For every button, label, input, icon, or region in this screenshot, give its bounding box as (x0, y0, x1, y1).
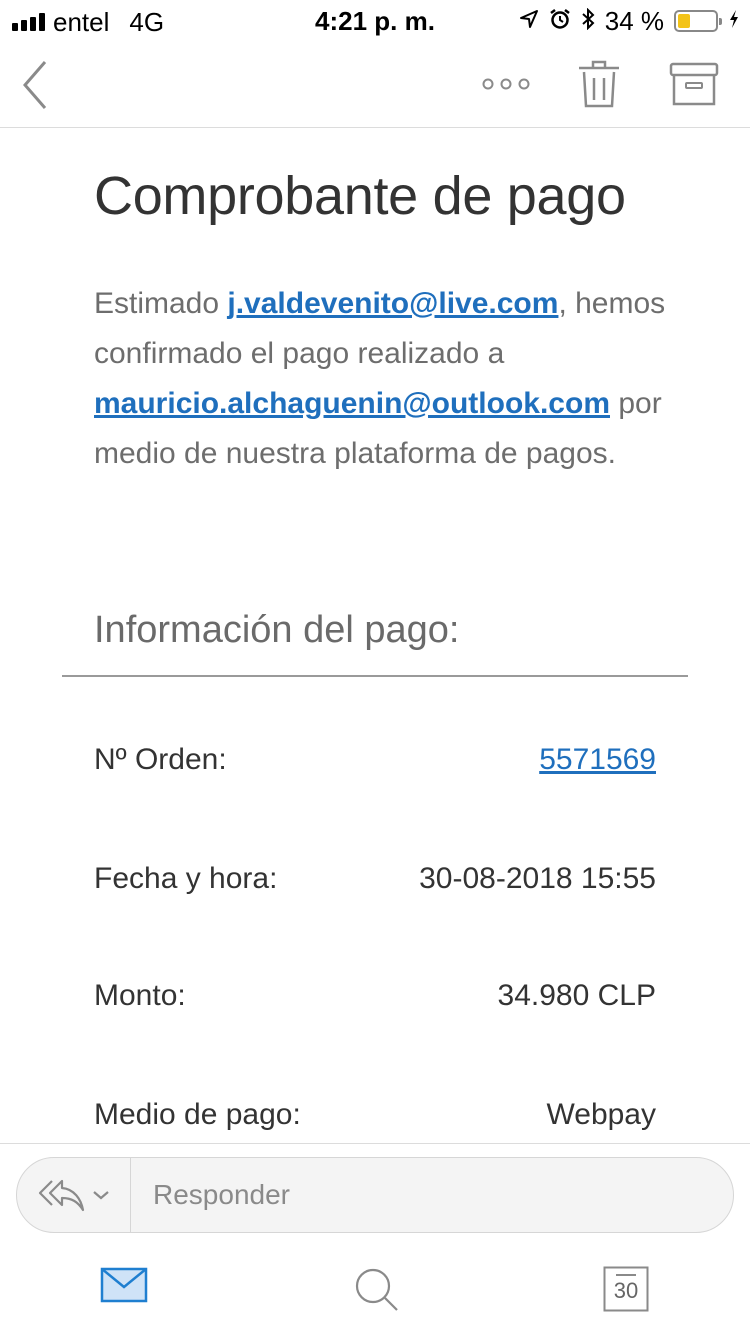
reply-placeholder: Responder (153, 1179, 290, 1210)
message-subject: Comprobante de pago (94, 166, 626, 226)
reply-all-icon (38, 1179, 84, 1212)
more-button[interactable] (476, 66, 536, 102)
method-value: Webpay (546, 1098, 656, 1131)
reply-bar: Responder (0, 1143, 750, 1243)
chevron-left-icon (23, 61, 47, 109)
delete-button[interactable] (572, 54, 626, 114)
battery-percent: 34 % (604, 5, 664, 36)
payment-row-order: Nº Orden: 5571569 (94, 740, 656, 780)
status-bar-right: 34 % (519, 6, 740, 36)
chevron-down-icon (92, 1191, 109, 1200)
recipient-email-link[interactable]: mauricio.alchaguenin@outlook.com (94, 387, 610, 420)
payment-info-title: Información del pago: (94, 609, 460, 651)
archive-icon (669, 62, 719, 106)
payment-row-date: Fecha y hora: 30-08-2018 15:55 (94, 859, 656, 899)
payment-row-method: Medio de pago: Webpay (94, 1095, 656, 1135)
more-icon (482, 78, 530, 90)
payment-row-amount: Monto: 34.980 CLP (94, 976, 656, 1016)
sender-email-link[interactable]: j.valdevenito@live.com (227, 287, 558, 320)
divider (62, 675, 688, 677)
mail-icon (100, 1267, 148, 1303)
amount-value: 34.980 CLP (497, 979, 656, 1012)
tab-calendar[interactable]: 30 (600, 1263, 652, 1315)
status-bar: entel 4G 4:21 p. m. 34 % (0, 0, 750, 44)
date-value: 30-08-2018 15:55 (419, 862, 656, 895)
battery-fill (678, 14, 690, 28)
date-label: Fecha y hora: (94, 862, 278, 895)
message-intro: Estimado j.valdevenito@live.com, hemos c… (94, 287, 666, 470)
battery-icon (674, 10, 722, 32)
calendar-day: 30 (613, 1278, 639, 1303)
tab-mail[interactable] (98, 1263, 150, 1307)
reply-options-button[interactable] (17, 1158, 131, 1232)
greeting-text: Estimado (94, 287, 228, 320)
method-label: Medio de pago: (94, 1098, 301, 1131)
message-toolbar (0, 44, 750, 128)
alarm-icon (549, 8, 571, 34)
message-body: Comprobante de pago Estimado j.valdeveni… (0, 129, 750, 1143)
location-arrow-icon (519, 9, 539, 33)
archive-button[interactable] (664, 56, 724, 112)
reply-field[interactable]: Responder (16, 1157, 734, 1233)
tab-bar: 30 (0, 1243, 750, 1334)
order-label: Nº Orden: (94, 743, 227, 776)
trash-icon (579, 60, 619, 108)
back-button[interactable] (10, 52, 60, 118)
order-number-link[interactable]: 5571569 (539, 743, 656, 777)
tab-search[interactable] (350, 1263, 402, 1315)
bluetooth-icon (581, 7, 595, 34)
search-icon (355, 1268, 398, 1311)
charging-icon (728, 9, 740, 33)
calendar-icon: 30 (603, 1266, 649, 1312)
amount-label: Monto: (94, 979, 186, 1012)
